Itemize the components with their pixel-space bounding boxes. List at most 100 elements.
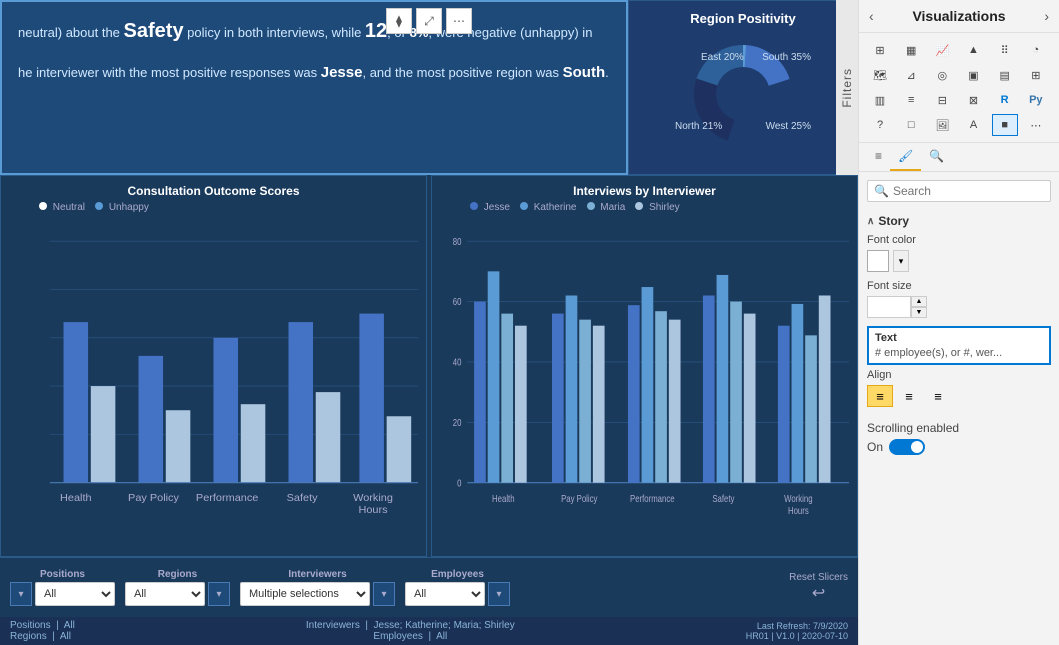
legend-katherine: Katherine: [520, 202, 577, 213]
positions-label: Positions: [10, 569, 115, 580]
viz-icon-python[interactable]: Py: [1023, 89, 1049, 111]
viz-icon-selected[interactable]: ■: [992, 114, 1018, 136]
analytics-icon: 🔍: [929, 149, 944, 163]
color-swatch[interactable]: [867, 250, 889, 272]
viz-icon-pie[interactable]: ◔: [1023, 39, 1049, 61]
tab-fields[interactable]: ≡: [867, 143, 890, 171]
filter-regions: Regions All ▾: [125, 569, 230, 606]
viz-icon-treemap[interactable]: ▥: [867, 89, 893, 111]
filter-icon-btn[interactable]: ⧫: [386, 8, 412, 34]
narrative-safety: Safety: [124, 20, 184, 42]
font-size-spinners: ▲ ▼: [911, 296, 927, 318]
svg-text:Performance: Performance: [196, 493, 259, 503]
employees-select[interactable]: All: [405, 582, 485, 606]
viz-icon-gauge[interactable]: ◎: [929, 64, 955, 86]
align-right-btn[interactable]: ≡: [925, 385, 951, 407]
employees-arrow[interactable]: ▾: [488, 582, 510, 606]
text-box-value[interactable]: # employee(s), or #, wer...: [875, 347, 1043, 359]
viz-icon-shape[interactable]: □: [898, 114, 924, 136]
align-buttons: ≡ ≡ ≡: [867, 385, 1051, 407]
scrolling-toggle[interactable]: [889, 439, 925, 455]
viz-header: ‹ Visualizations ›: [859, 0, 1059, 33]
interviewers-label: Interviewers: [240, 569, 395, 580]
narrative-panel: neutral) about the Safety policy in both…: [0, 0, 628, 175]
viz-icon-line[interactable]: 📈: [929, 39, 955, 61]
donut-chart: East 20% South 35% North 21% West 25%: [673, 34, 813, 154]
font-color-picker: ▾: [867, 250, 1051, 272]
viz-icon-kpi[interactable]: ▣: [960, 64, 986, 86]
svg-text:Hours: Hours: [788, 505, 809, 516]
viz-icon-scatter[interactable]: ⠿: [992, 39, 1018, 61]
viz-icon-table[interactable]: ⊞: [867, 39, 893, 61]
chart2-panel: Interviews by Interviewer Jesse Katherin…: [431, 175, 858, 557]
status-bar: Positions | All Regions | All Interviewe…: [0, 617, 858, 645]
viz-icon-bar[interactable]: ▦: [898, 39, 924, 61]
narrative-text6: , and the most positive region was: [362, 65, 562, 80]
font-size-up-btn[interactable]: ▲: [911, 296, 927, 307]
viz-icon-combo[interactable]: ⊟: [929, 89, 955, 111]
reset-slicers-btn[interactable]: Reset Slicers ↩: [789, 572, 848, 603]
viz-back-arrow[interactable]: ‹: [869, 8, 874, 24]
viz-forward-arrow[interactable]: ›: [1044, 8, 1049, 24]
viz-icon-more[interactable]: ⋯: [1023, 114, 1049, 136]
svg-text:Working: Working: [784, 493, 813, 504]
search-input[interactable]: [893, 184, 1048, 198]
interviewers-arrow[interactable]: ▾: [373, 582, 395, 606]
font-size-down-btn[interactable]: ▼: [911, 307, 927, 318]
font-size-input[interactable]: 10: [867, 296, 911, 318]
scrolling-toggle-row: Scrolling enabled: [867, 421, 1051, 435]
regions-select[interactable]: All: [125, 582, 205, 606]
chart2-title: Interviews by Interviewer: [440, 184, 849, 198]
donut-panel: Region Positivity: [628, 0, 858, 175]
viz-panel-title: Visualizations: [912, 8, 1005, 24]
align-field: Align ≡ ≡ ≡: [867, 369, 1051, 413]
expand-icon: ⤢: [424, 14, 434, 29]
regions-arrow[interactable]: ▾: [208, 582, 230, 606]
donut-title: Region Positivity: [639, 11, 847, 26]
viz-icon-waterfall[interactable]: ≡: [898, 89, 924, 111]
viz-icon-matrix[interactable]: ⊞: [1023, 64, 1049, 86]
viz-icon-text[interactable]: A: [960, 114, 986, 136]
positions-arrow[interactable]: ▾: [10, 582, 32, 606]
align-center-btn[interactable]: ≡: [896, 385, 922, 407]
viz-icon-area[interactable]: ▲: [960, 39, 986, 61]
viz-icon-funnel[interactable]: ⊿: [898, 64, 924, 86]
regions-label: Regions: [125, 569, 230, 580]
svg-text:Working: Working: [353, 493, 393, 503]
toolbar-icons: ⧫ ⤢ ⋯: [386, 8, 472, 34]
font-color-label: Font color: [867, 234, 1051, 246]
narrative-text2: policy in both interviews, while: [184, 25, 365, 40]
filter-icon: ⧫: [396, 14, 402, 28]
format-icon: 🖌: [898, 149, 913, 163]
interviewers-select[interactable]: Multiple selections: [240, 582, 370, 606]
svg-text:60: 60: [453, 296, 462, 307]
legend-unhappy: Unhappy: [95, 202, 149, 213]
employees-label: Employees: [405, 569, 510, 580]
viz-icon-qna[interactable]: ?: [867, 114, 893, 136]
tab-analytics[interactable]: 🔍: [921, 143, 952, 171]
svg-text:Pay Policy: Pay Policy: [128, 493, 180, 503]
positions-select[interactable]: All: [35, 582, 115, 606]
viz-icons-grid: ⊞ ▦ 📈 ▲ ⠿ ◔ 🗺 ⊿ ◎ ▣ ▤ ⊞ ▥ ≡ ⊟ ⊠ R Py ? □…: [859, 33, 1059, 143]
color-dropdown-btn[interactable]: ▾: [893, 250, 909, 272]
svg-text:20: 20: [453, 417, 462, 428]
viz-story-section: ∧ Story Font color ▾ Font size 10 ▲ ▼: [859, 210, 1059, 463]
svg-text:Health: Health: [492, 493, 515, 504]
status-regions: Regions | All: [10, 631, 75, 642]
viz-icon-ribbon[interactable]: ⊠: [960, 89, 986, 111]
viz-icon-image[interactable]: 🖼: [929, 114, 955, 136]
expand-icon-btn[interactable]: ⤢: [416, 8, 442, 34]
story-section-header[interactable]: ∧ Story: [867, 214, 1051, 228]
chart1-legend: Neutral Unhappy: [9, 202, 418, 213]
viz-icon-map[interactable]: 🗺: [867, 64, 893, 86]
viz-icon-card[interactable]: ▤: [992, 64, 1018, 86]
svg-text:80: 80: [453, 236, 462, 247]
align-left-btn[interactable]: ≡: [867, 385, 893, 407]
svg-text:Safety: Safety: [287, 493, 319, 503]
narrative-text1: neutral) about the: [18, 25, 124, 40]
more-icon-btn[interactable]: ⋯: [446, 8, 472, 34]
filter-positions: Positions ▾ All: [10, 569, 115, 606]
tab-format[interactable]: 🖌: [890, 143, 921, 171]
viz-icon-r-visual[interactable]: R: [992, 89, 1018, 111]
font-size-field: Font size 10 ▲ ▼: [867, 280, 1051, 318]
